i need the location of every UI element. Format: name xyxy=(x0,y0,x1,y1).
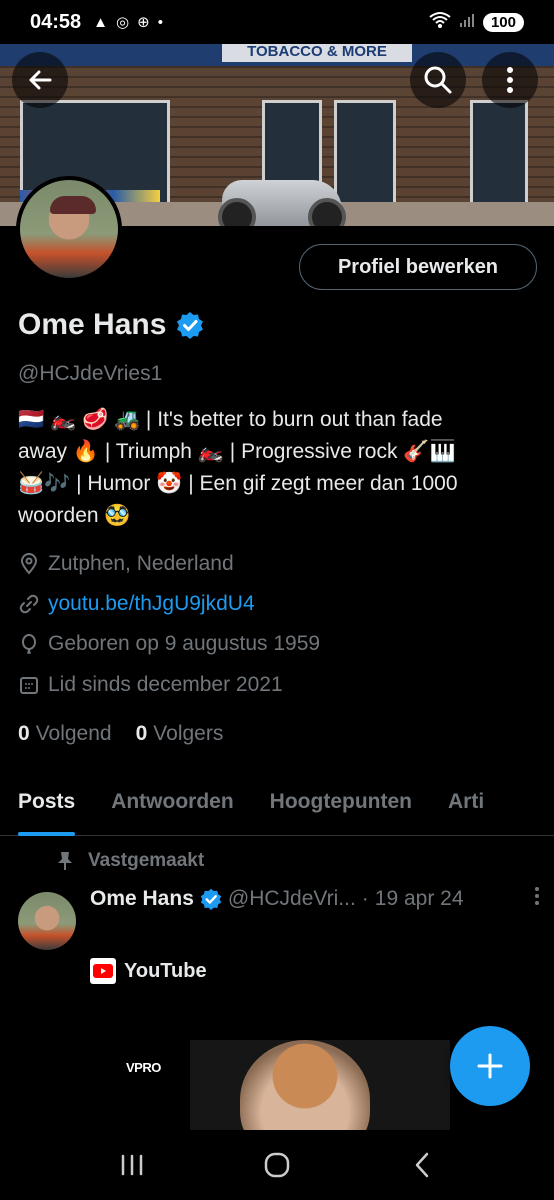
bio-line: woorden 🥸 xyxy=(18,504,131,527)
status-system-icons: 100 xyxy=(429,11,524,34)
location-pin-icon xyxy=(20,553,38,575)
followers-count: 0 xyxy=(135,722,148,745)
youtube-card-source[interactable]: YouTube xyxy=(90,958,207,984)
status-notification-icons: ▲ ◎ ⊕ • xyxy=(93,13,163,32)
warning-icon: ▲ xyxy=(93,13,109,31)
wifi-icon xyxy=(429,11,451,34)
post-author-name[interactable]: Ome Hans xyxy=(90,887,194,911)
dot-icon: • xyxy=(157,13,163,31)
tab-replies[interactable]: Antwoorden xyxy=(93,778,251,836)
verified-badge-icon[interactable] xyxy=(176,311,204,339)
search-button[interactable] xyxy=(410,52,466,108)
banner-sign-text: TOBACCO & MORE xyxy=(222,42,412,62)
profile-avatar[interactable] xyxy=(16,176,122,282)
joined-text: Lid sinds december 2021 xyxy=(48,673,283,696)
pin-icon xyxy=(58,852,72,870)
bio-line: away 🔥 | Triumph 🏍️ | Progressive rock 🎸… xyxy=(18,440,456,463)
bio-line: 🥁🎶 | Humor 🤡 | Een gif zegt meer dan 100… xyxy=(18,472,458,495)
tab-highlights[interactable]: Hoogtepunten xyxy=(252,778,430,836)
pinned-label: Vastgemaakt xyxy=(88,850,205,871)
recents-icon xyxy=(122,1154,143,1176)
location-text: Zutphen, Nederland xyxy=(48,552,234,575)
status-time: 04:58 xyxy=(30,10,82,33)
signal-icon xyxy=(459,12,475,33)
more-vertical-icon xyxy=(507,67,513,93)
instagram-icon: ◎ xyxy=(116,14,130,31)
tab-posts[interactable]: Posts xyxy=(0,778,93,836)
status-bar: 04:58 ▲ ◎ ⊕ • 100 xyxy=(0,0,554,44)
profile-location: Zutphen, Nederland xyxy=(18,552,234,576)
battery-indicator: 100 xyxy=(482,12,524,32)
pinned-label-row: Vastgemaakt xyxy=(56,850,204,872)
followers-label: Volgers xyxy=(153,722,224,745)
post-author-avatar[interactable] xyxy=(18,892,76,950)
more-options-button[interactable] xyxy=(482,52,538,108)
compose-post-button[interactable] xyxy=(450,1026,530,1106)
profile-tabs: Posts Antwoorden Hoogtepunten Arti xyxy=(0,778,554,836)
profile-joined: Lid sinds december 2021 xyxy=(18,673,283,697)
followers-link[interactable]: 0 Volgers xyxy=(136,722,224,746)
profile-bio: 🇳🇱 🏍️ 🥩 🚜 | It's better to burn out than… xyxy=(18,404,533,532)
post-header: Ome Hans @HCJdeVri... · 19 apr 24 xyxy=(90,886,540,912)
back-arrow-icon xyxy=(29,70,52,90)
vpro-watermark: VPRO xyxy=(126,1060,161,1075)
home-icon xyxy=(264,1152,290,1178)
banner-motorcycle xyxy=(218,180,346,226)
banner-door xyxy=(470,100,528,210)
back-nav-icon xyxy=(415,1152,428,1178)
search-icon xyxy=(424,66,452,94)
profile-birthday: Geboren op 9 augustus 1959 xyxy=(18,632,320,656)
following-link[interactable]: 0 Volgend xyxy=(18,722,112,746)
post-author-handle[interactable]: @HCJdeVri... xyxy=(228,887,356,911)
link-icon xyxy=(19,594,39,614)
verified-badge-icon xyxy=(200,888,222,910)
profile-handle: @HCJdeVries1 xyxy=(18,362,163,385)
banner-postcard-rack xyxy=(334,100,396,210)
follow-stats: 0 Volgend 0 Volgers xyxy=(18,722,223,746)
plus-icon xyxy=(477,1053,503,1079)
post-date[interactable]: 19 apr 24 xyxy=(375,887,464,911)
home-button[interactable] xyxy=(247,1140,307,1190)
system-back-button[interactable] xyxy=(392,1140,452,1190)
youtube-label: YouTube xyxy=(124,959,207,982)
balloon-icon xyxy=(22,634,36,654)
app-icon: ⊕ xyxy=(137,14,150,31)
following-count: 0 xyxy=(18,722,30,745)
profile-name: Ome Hans xyxy=(18,308,167,341)
profile-link: youtu.be/thJgU9jkdU4 xyxy=(18,592,255,616)
system-navigation-bar xyxy=(0,1130,554,1200)
tab-articles[interactable]: Arti xyxy=(430,778,502,836)
profile-link-url[interactable]: youtu.be/thJgU9jkdU4 xyxy=(48,592,255,616)
birthday-text: Geboren op 9 augustus 1959 xyxy=(48,632,321,655)
post-more-button[interactable] xyxy=(534,886,540,912)
back-button[interactable] xyxy=(12,52,68,108)
profile-name-row: Ome Hans xyxy=(18,308,204,342)
following-label: Volgend xyxy=(35,722,112,745)
youtube-icon xyxy=(90,958,116,984)
recents-button[interactable] xyxy=(102,1140,162,1190)
calendar-icon xyxy=(20,677,38,694)
more-vertical-icon xyxy=(535,887,539,905)
bio-line: 🇳🇱 🏍️ 🥩 🚜 | It's better to burn out than… xyxy=(18,408,443,431)
post-separator: · xyxy=(361,887,369,910)
avatar-cap xyxy=(50,196,96,214)
edit-profile-button[interactable]: Profiel bewerken xyxy=(299,244,537,290)
